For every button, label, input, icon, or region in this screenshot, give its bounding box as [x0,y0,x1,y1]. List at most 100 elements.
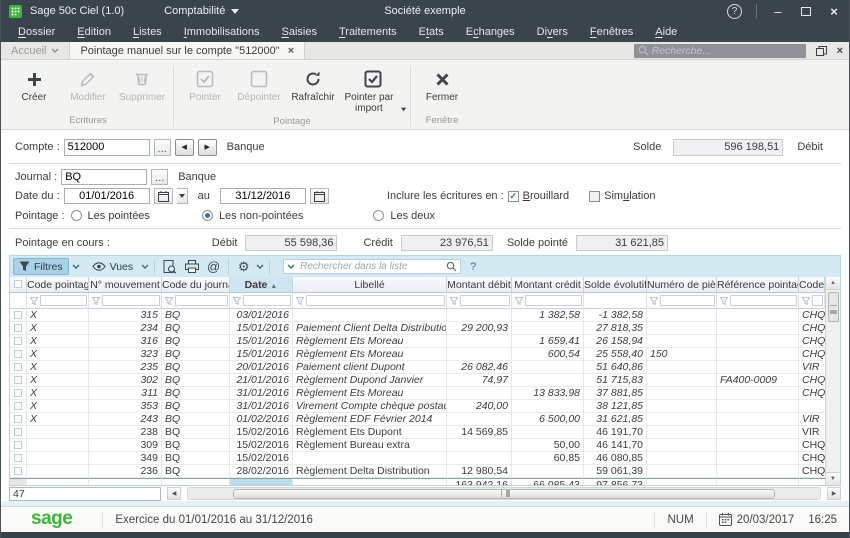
close-window-button[interactable]: × [827,4,841,19]
filter-input-mouvement[interactable] [102,295,160,306]
table-row[interactable]: 236BQ28/02/2016Règlement Delta Distribut… [10,465,825,478]
row-checkbox[interactable] [14,337,22,345]
menu-item-aide[interactable]: Aide [644,26,688,38]
table-row[interactable]: X353BQ31/01/2016Virement Compte chèque p… [10,400,825,413]
table-row[interactable]: X323BQ15/01/2016Règlement Ets Moreau600,… [10,348,825,361]
table-row[interactable]: X235BQ20/01/2016Paiement client Dupont26… [10,361,825,374]
help-icon[interactable]: ? [470,261,476,273]
point-by-import-button[interactable]: Pointer par import [340,64,406,114]
module-selector[interactable]: Comptabilité [164,5,239,17]
close-tab-icon[interactable]: × [288,45,294,57]
brouillard-label[interactable]: Brouillard [523,190,569,202]
filter-cell-code[interactable] [799,293,825,309]
radio-les-deux[interactable] [373,210,384,221]
table-row[interactable]: X315BQ03/01/20161 382,58-1 382,58CHQ [10,309,825,322]
chevron-down-icon[interactable] [401,107,406,112]
tab-pointage-manuel[interactable]: Pointage manuel sur le compte "512000" × [69,42,305,59]
column-header-mouvement[interactable]: N° mouvement [89,277,162,293]
date-to-input[interactable] [220,188,306,204]
close-view-button[interactable]: Fermer [415,64,469,113]
list-search-input[interactable] [283,259,461,274]
row-checkbox[interactable] [14,415,22,423]
menu-item-fenetres[interactable]: Fenêtres [579,26,644,38]
filter-input-debit[interactable] [460,295,510,306]
table-row[interactable]: X302BQ21/01/2016Règlement Dupond Janvier… [10,374,825,387]
row-checkbox[interactable] [14,454,22,462]
date-preset-dropdown[interactable] [177,188,188,204]
table-row[interactable]: 238BQ15/02/2016Règlement Ets Dupont14 56… [10,426,825,439]
scroll-thumb[interactable] [233,489,775,499]
filtres-button[interactable]: Filtres [13,258,69,275]
row-checkbox[interactable] [14,441,22,449]
column-header-code[interactable]: Code [799,277,825,293]
filter-input-credit[interactable] [525,295,582,306]
column-header-pointage[interactable]: Code pointage [27,277,89,293]
menu-item-listes[interactable]: Listes [122,26,173,38]
previous-account-button[interactable]: ◀ [175,139,194,156]
table-row[interactable]: X243BQ01/02/2016Règlement EDF Février 20… [10,413,825,426]
horizontal-scrollbar[interactable] [187,487,821,500]
gear-icon[interactable]: ⚙ [234,258,253,275]
row-checkbox[interactable] [14,389,22,397]
les-non-pointees-label[interactable]: Les non-pointées [219,210,303,222]
table-row[interactable]: X316BQ15/01/2016Règlement Ets Moreau1 65… [10,335,825,348]
row-checkbox[interactable] [14,324,22,332]
menu-item-divers[interactable]: Divers [526,26,579,38]
radio-les-non-pointees[interactable] [202,210,213,221]
column-header-journal[interactable]: Code du journal [162,277,230,293]
minimize-button[interactable]: – [771,4,785,19]
table-row[interactable]: 349BQ15/02/201660,8546 080,85CHQ [10,452,825,465]
les-pointees-label[interactable]: Les pointées [88,210,150,222]
print-icon[interactable] [182,258,201,275]
calendar-icon[interactable] [154,188,173,204]
filter-cell-credit[interactable] [512,293,584,309]
help-button[interactable]: ? [727,4,742,19]
menu-item-etats[interactable]: Etats [408,26,455,38]
filter-input-piece[interactable] [660,295,715,306]
menu-item-dossier[interactable]: Dossier [7,26,66,38]
filter-cell-debit[interactable] [447,293,512,309]
detach-window-icon[interactable] [816,46,827,56]
table-row[interactable]: X311BQ31/01/2016Règlement Ets Moreau13 8… [10,387,825,400]
tab-accueil[interactable]: Accueil [1,42,69,59]
chevron-down-icon[interactable] [256,264,264,269]
filter-cell-mouvement[interactable] [89,293,162,309]
email-icon[interactable]: @ [204,258,223,275]
filter-input-reference[interactable] [730,295,797,306]
simulation-checkbox[interactable] [589,191,600,202]
account-lookup-button[interactable]: … [154,139,171,156]
row-checkbox[interactable] [14,402,22,410]
row-checkbox[interactable] [14,467,22,475]
filter-cell-pointage[interactable] [27,293,89,309]
refresh-button[interactable]: Rafraîchir [286,64,340,114]
chevron-down-icon[interactable] [287,264,295,269]
chevron-down-icon[interactable] [72,264,80,269]
row-checkbox[interactable] [14,311,22,319]
journal-lookup-button[interactable]: … [151,169,168,185]
menu-item-edition[interactable]: Edition [66,26,122,38]
filter-cell-date[interactable] [230,293,293,309]
brouillard-checkbox[interactable]: ✓ [508,191,519,202]
column-header-libelle[interactable]: Libellé [293,277,447,293]
menu-item-echanges[interactable]: Echanges [455,26,526,38]
calendar-icon[interactable] [310,188,329,204]
create-button[interactable]: Créer [7,64,61,113]
scroll-thumb[interactable] [828,292,839,322]
vues-button[interactable]: Vues [87,258,139,275]
column-header-debit[interactable]: Montant débit [447,277,512,293]
row-checkbox[interactable] [14,428,22,436]
close-pane-icon[interactable]: × [837,45,843,57]
chevron-down-icon[interactable] [141,264,149,269]
column-header-solde[interactable]: Solde évolutif [584,277,647,293]
next-account-button[interactable]: ▶ [198,139,217,156]
column-header-reference[interactable]: Référence pointage/l [717,277,799,293]
account-input[interactable] [64,139,150,156]
radio-les-pointees[interactable] [71,210,82,221]
row-checkbox[interactable] [14,363,22,371]
filter-input-libelle[interactable] [306,295,445,306]
maximize-button[interactable] [799,4,813,19]
table-row[interactable]: 309BQ15/02/2016Règlement Bureau extra50,… [10,439,825,452]
filter-input-date[interactable] [243,295,291,306]
table-row[interactable]: X234BQ15/01/2016Paiement Client Delta Di… [10,322,825,335]
filter-cell-journal[interactable] [162,293,230,309]
